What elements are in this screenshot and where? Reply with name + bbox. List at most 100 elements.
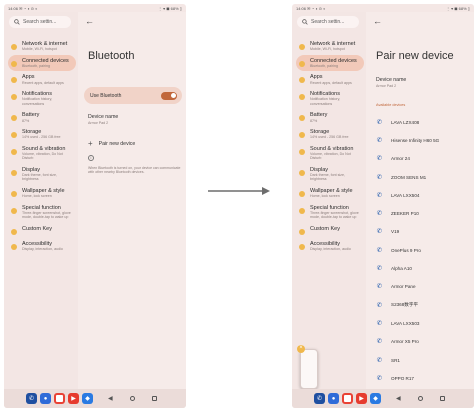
back-button[interactable]: ←: [373, 17, 382, 26]
play-icon[interactable]: ◆: [82, 393, 93, 404]
nav-recents-icon[interactable]: [439, 396, 445, 401]
sidebar-item[interactable]: Wallpaper & style Home, lock screen: [8, 185, 76, 202]
sidebar-item-subtitle: 87%: [22, 118, 30, 123]
device-list-item[interactable]: ✆ OnePlus 9 Pro: [374, 241, 470, 259]
close-icon[interactable]: ×: [297, 345, 305, 353]
settings-category-icon: [11, 115, 17, 122]
info-icon: i: [88, 155, 94, 161]
device-list-item[interactable]: ✆ ZOOM SENS M1: [374, 168, 470, 186]
sidebar-item-subtitle: Mobile, Wi-Fi, hotspot: [310, 47, 345, 52]
pair-new-device-row[interactable]: + Pair new device: [88, 140, 135, 148]
sidebar-item[interactable]: Accessibility Display, interaction, audio: [296, 238, 364, 255]
device-list-item[interactable]: ✆ LAVA LXX504: [374, 186, 470, 204]
settings-category-icon: [11, 207, 17, 214]
sidebar-item-subtitle: Home, lock screen: [22, 194, 52, 199]
sidebar-item-text: Special function Three-finger screenshot,…: [310, 205, 361, 220]
chrome-icon[interactable]: [342, 393, 353, 404]
device-list-label: OnePlus 9 Pro: [391, 247, 421, 253]
sidebar-item[interactable]: Display Dark theme, font size, brightness: [296, 164, 364, 185]
available-devices-list: ✆ LAVA LZX408 ✆ Hisense Infinity H60 5G ✆ Arm…: [374, 113, 470, 406]
device-list-label: S2368数字平: [391, 302, 419, 308]
sidebar-item[interactable]: Special function Three-finger screenshot,…: [296, 202, 364, 223]
phone-icon[interactable]: ✆: [26, 393, 37, 404]
sidebar-item-subtitle: Recent apps, default apps: [310, 80, 352, 85]
sidebar-item[interactable]: Battery 87%: [296, 109, 364, 126]
device-list-item[interactable]: ✆ SR1: [374, 351, 470, 369]
settings-category-icon: [11, 190, 17, 197]
sidebar-item[interactable]: Apps Recent apps, default apps: [296, 71, 364, 88]
sidebar-item-subtitle: Display, interaction, audio: [22, 246, 63, 251]
phone-icon: ✆: [376, 118, 383, 126]
bluetooth-info-text: When Bluetooth is turned on, your device…: [88, 166, 181, 175]
youtube-icon[interactable]: ▶: [68, 393, 79, 404]
search-placeholder: Search settin...: [23, 19, 57, 25]
device-list-item[interactable]: ✆ Armor Pane: [374, 278, 470, 296]
device-list-item[interactable]: ✆ V19: [374, 223, 470, 241]
use-bluetooth-toggle-row[interactable]: Use Bluetooth: [84, 87, 182, 104]
sidebar-item[interactable]: Notifications Notification history, conve…: [8, 88, 76, 109]
nav-recents-icon[interactable]: [151, 396, 157, 401]
sidebar-item[interactable]: Special function Three-finger screenshot,…: [8, 202, 76, 223]
search-input[interactable]: Search settin...: [297, 16, 359, 28]
device-list-item[interactable]: ✆ Hisense Infinity H60 5G: [374, 131, 470, 149]
sidebar-item[interactable]: Network & internet Mobile, Wi-Fi, hotspot: [296, 38, 364, 55]
sidebar-item[interactable]: Display Dark theme, font size, brightness: [8, 164, 76, 185]
sidebar-item[interactable]: Storage 14% used - 256 GB free: [296, 126, 364, 143]
back-button[interactable]: ←: [85, 17, 94, 26]
device-list-item[interactable]: ✆ Alpha A10: [374, 259, 470, 277]
device-list-item[interactable]: ✆ Armor X5 Pro: [374, 333, 470, 351]
sidebar-item[interactable]: Battery 87%: [8, 109, 76, 126]
messages-icon[interactable]: ●: [40, 393, 51, 404]
page-title: Bluetooth: [88, 50, 135, 62]
sidebar-item[interactable]: Network & internet Mobile, Wi-Fi, hotspot: [8, 38, 76, 55]
device-list-item[interactable]: ✆ LAVA LXX503: [374, 314, 470, 332]
page-title: Pair new device: [376, 50, 454, 62]
sidebar-item[interactable]: Connected devices Bluetooth, pairing: [8, 54, 76, 72]
device-list-item[interactable]: ✆ LAVA LZX408: [374, 113, 470, 131]
settings-sidebar: Search settin... Network & internet Mobil…: [292, 12, 366, 389]
nav-home-icon[interactable]: [129, 396, 135, 401]
device-list-label: Hisense Infinity H60 5G: [391, 137, 440, 143]
device-name-row[interactable]: Device name Armor Pad 2: [376, 77, 466, 88]
sidebar-item[interactable]: Connected devices Bluetooth, pairing: [296, 54, 364, 72]
sidebar-item[interactable]: Accessibility Display, interaction, audio: [8, 238, 76, 255]
sidebar-item-text: Sound & vibration Volume, vibration, Do N…: [310, 146, 361, 161]
sidebar-item[interactable]: Apps Recent apps, default apps: [8, 71, 76, 88]
phone-icon: ✆: [376, 356, 383, 364]
device-name-row[interactable]: Device name Armor Pad 2: [88, 114, 178, 125]
phone-icon: ✆: [376, 191, 383, 199]
sidebar-item-text: Storage 14% used - 256 GB free: [22, 129, 61, 140]
sidebar-item[interactable]: Storage 14% used - 256 GB free: [8, 126, 76, 143]
settings-category-icon: [299, 243, 305, 250]
sidebar-item[interactable]: Notifications Notification history, conve…: [296, 88, 364, 109]
device-list-item[interactable]: ✆ Armor 24: [374, 150, 470, 168]
sidebar-item[interactable]: Sound & vibration Volume, vibration, Do N…: [296, 143, 364, 164]
nav-home-icon[interactable]: [417, 396, 423, 401]
phone-icon: ✆: [376, 283, 383, 291]
bluetooth-switch[interactable]: [161, 91, 177, 100]
sidebar-item[interactable]: Wallpaper & style Home, lock screen: [296, 185, 364, 202]
floating-window-thumbnail[interactable]: ×: [297, 345, 318, 389]
youtube-icon[interactable]: ▶: [356, 393, 367, 404]
sidebar-item-text: Accessibility Display, interaction, audio: [310, 241, 351, 252]
chrome-icon[interactable]: [54, 393, 65, 404]
settings-category-icon: [11, 44, 17, 50]
search-input[interactable]: Search settin...: [9, 16, 71, 28]
nav-back-icon[interactable]: ◀: [396, 395, 401, 402]
play-icon[interactable]: ◆: [370, 393, 381, 404]
phone-icon[interactable]: ✆: [314, 393, 325, 404]
search-icon: [14, 19, 20, 25]
sidebar-item-text: Battery 87%: [22, 112, 39, 123]
nav-back-icon[interactable]: ◀: [108, 395, 113, 402]
settings-category-icon: [299, 77, 305, 84]
messages-icon[interactable]: ●: [328, 393, 339, 404]
device-list-item[interactable]: ✆ ZEEKER P10: [374, 204, 470, 222]
phone-icon: ✆: [376, 155, 383, 163]
device-list-item[interactable]: ✆ S2368数字平: [374, 296, 470, 314]
sidebar-item[interactable]: Custom Key: [296, 223, 364, 238]
pair-new-device-screenshot: 14:06 ✉ ◔ ◑ ⊙ ◐ ⋮ ▾ ◼ 68% ▯ Search setti…: [292, 4, 474, 408]
sidebar-item[interactable]: Sound & vibration Volume, vibration, Do N…: [8, 143, 76, 164]
device-list-item[interactable]: ✆ OPPO R17: [374, 369, 470, 387]
sidebar-item[interactable]: Custom Key: [8, 223, 76, 238]
sidebar-item-text: Network & internet Mobile, Wi-Fi, hotspot: [22, 41, 67, 52]
